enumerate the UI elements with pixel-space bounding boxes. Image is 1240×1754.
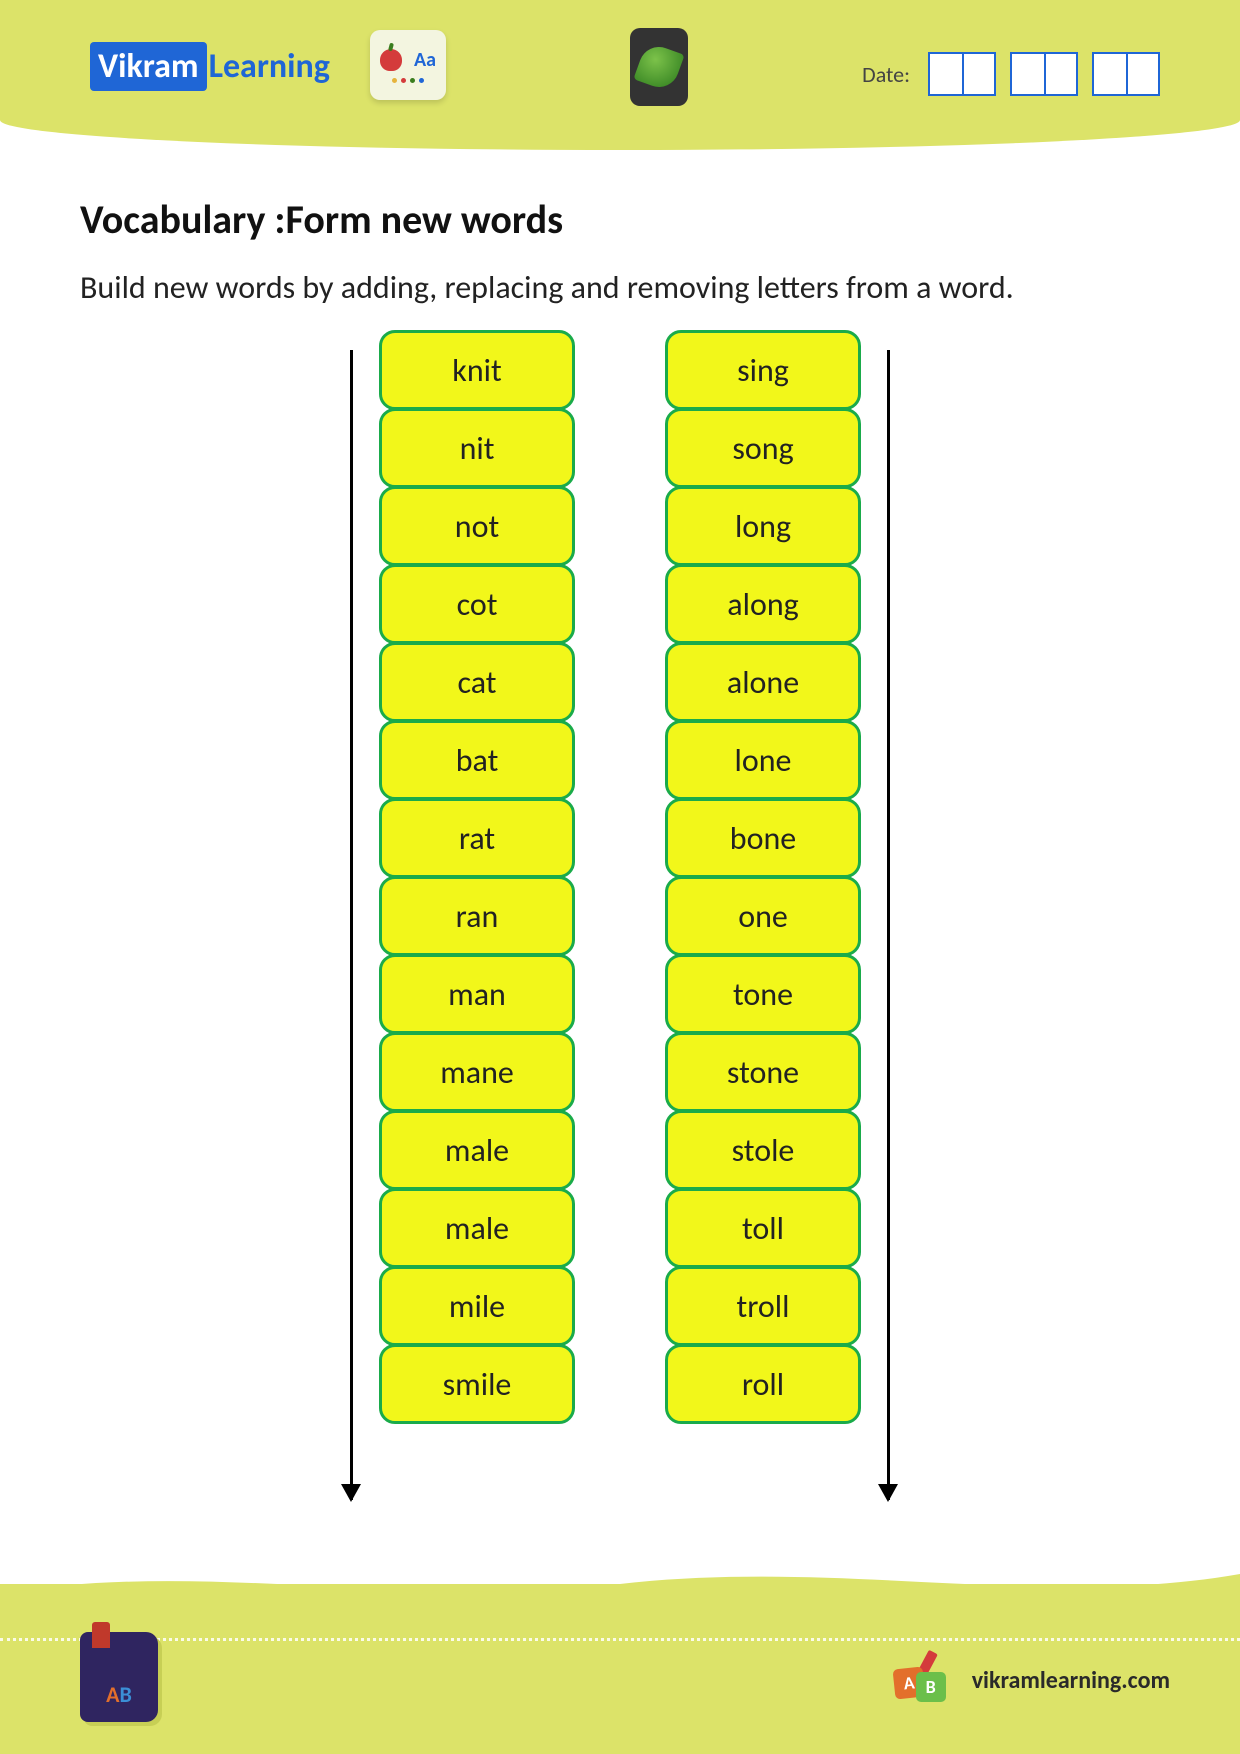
word-cell: roll <box>665 1344 861 1424</box>
left-column: knit nit not cot cat bat rat ran man man… <box>350 330 575 1510</box>
word-cell: stole <box>665 1110 861 1190</box>
date-box[interactable] <box>1092 52 1126 96</box>
brand-logo: Vikram Learning <box>90 42 330 91</box>
word-list-left: knit nit not cot cat bat rat ran man man… <box>379 330 575 1510</box>
word-cell: lone <box>665 720 861 800</box>
word-cell: mile <box>379 1266 575 1346</box>
date-box[interactable] <box>1044 52 1078 96</box>
word-cell: sing <box>665 330 861 410</box>
word-cell: alone <box>665 642 861 722</box>
dictionary-card-icon: Aa <box>370 30 446 100</box>
word-cell: tone <box>665 954 861 1034</box>
book-icon: AB <box>80 1632 158 1722</box>
worksheet-footer: AB A B vikramlearning.com <box>0 1584 1240 1754</box>
word-cell: stone <box>665 1032 861 1112</box>
word-cell: rat <box>379 798 575 878</box>
word-list-right: sing song long along alone lone bone one… <box>665 330 861 1510</box>
brand-part1: Vikram <box>90 42 207 91</box>
tile-b: B <box>916 1672 946 1702</box>
date-box[interactable] <box>1010 52 1044 96</box>
book-letter-b: B <box>120 1681 132 1708</box>
word-cell: song <box>665 408 861 488</box>
word-cell: man <box>379 954 575 1034</box>
footer-dotted-line <box>0 1638 1240 1641</box>
down-arrow-icon <box>887 350 890 1500</box>
page-title: Vocabulary :Form new words <box>80 195 1160 244</box>
word-cell: along <box>665 564 861 644</box>
footer-url: vikramlearning.com <box>972 1666 1170 1695</box>
date-label: Date: <box>862 61 910 88</box>
word-cell: cot <box>379 564 575 644</box>
worksheet-content: Vocabulary :Form new words Build new wor… <box>0 150 1240 1510</box>
word-cell: long <box>665 486 861 566</box>
word-cell: bat <box>379 720 575 800</box>
book-letter-a: A <box>106 1681 119 1708</box>
footer-wave-icon <box>0 1554 1240 1614</box>
word-cell: bone <box>665 798 861 878</box>
date-box[interactable] <box>1126 52 1160 96</box>
instructions-text: Build new words by adding, replacing and… <box>80 256 1160 320</box>
date-box[interactable] <box>962 52 996 96</box>
date-field: Date: <box>862 52 1160 96</box>
date-box[interactable] <box>928 52 962 96</box>
apple-icon <box>380 49 402 71</box>
date-boxes <box>928 52 1160 96</box>
word-cell: ran <box>379 876 575 956</box>
word-cell: toll <box>665 1188 861 1268</box>
brand-part2: Learning <box>209 46 330 87</box>
word-cell: male <box>379 1188 575 1268</box>
word-cell: knit <box>379 330 575 410</box>
word-cell: troll <box>665 1266 861 1346</box>
worksheet-header: Vikram Learning Aa Date: <box>0 0 1240 150</box>
right-column: sing song long along alone lone bone one… <box>665 330 890 1510</box>
word-cell: smile <box>379 1344 575 1424</box>
leaf-icon <box>633 41 684 92</box>
word-cell: not <box>379 486 575 566</box>
footer-right: A B vikramlearning.com <box>894 1656 1170 1704</box>
word-cell: one <box>665 876 861 956</box>
down-arrow-icon <box>350 350 353 1500</box>
word-cell: cat <box>379 642 575 722</box>
word-columns: knit nit not cot cat bat rat ran man man… <box>80 330 1160 1510</box>
color-dots-icon <box>392 78 424 83</box>
word-cell: nit <box>379 408 575 488</box>
word-cell: male <box>379 1110 575 1190</box>
phone-leaf-icon <box>630 28 688 106</box>
ab-blocks-icon: A B <box>894 1656 950 1704</box>
word-cell: mane <box>379 1032 575 1112</box>
aa-text: Aa <box>414 48 436 72</box>
